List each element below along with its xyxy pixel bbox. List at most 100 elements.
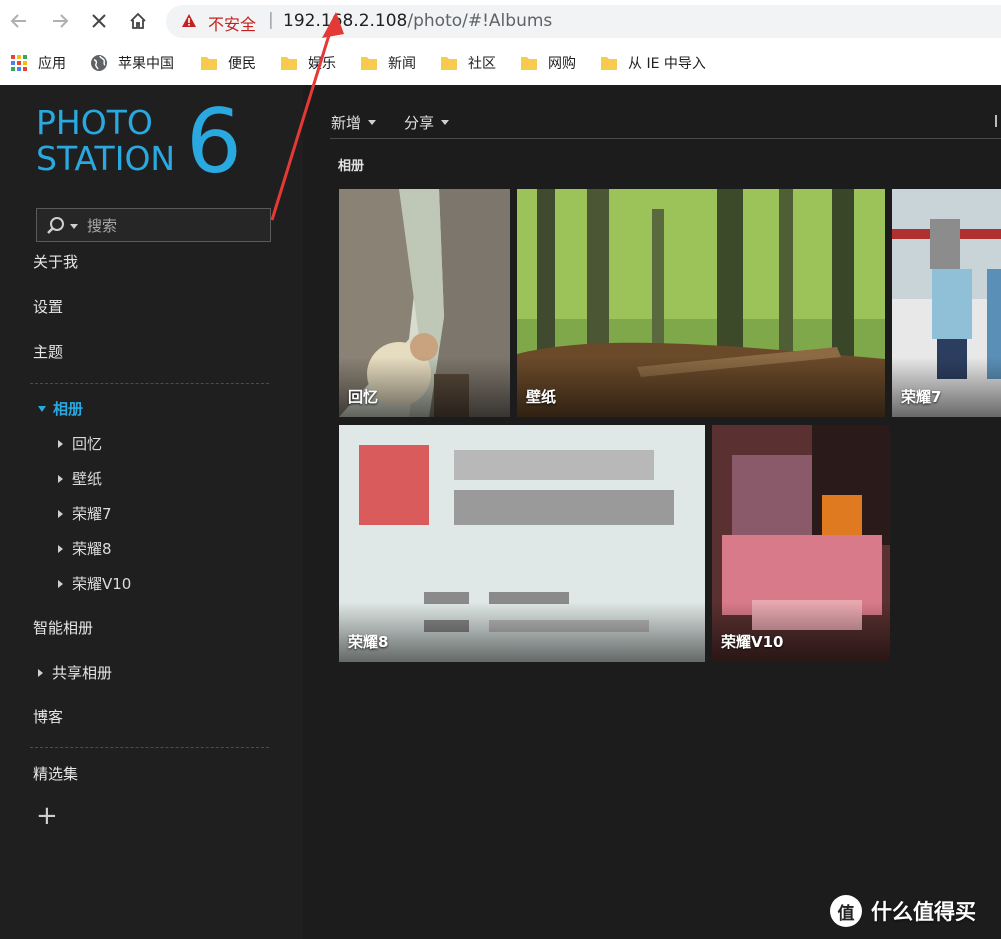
- back-button[interactable]: [6, 8, 32, 34]
- security-status[interactable]: 不安全: [208, 11, 256, 35]
- nav-label: 关于我: [33, 253, 79, 271]
- toolbar-divider: [330, 138, 1001, 139]
- bookmark-apps[interactable]: 应用: [10, 52, 66, 74]
- new-menu-button[interactable]: 新增: [331, 112, 377, 133]
- bookmark-label: 新闻: [388, 56, 416, 72]
- bookmark-apple-china[interactable]: 苹果中国: [90, 52, 174, 74]
- bookmark-label: 网购: [548, 56, 576, 72]
- toolbar: 新增 分享: [331, 109, 477, 135]
- warning-icon: [182, 14, 196, 27]
- watermark: 值 什么值得买: [830, 895, 976, 927]
- sidebar: PHOTO STATION 6 关于我 设置 主题 相册 回忆 壁纸 荣耀7 荣…: [0, 85, 303, 939]
- album-caption: 壁纸: [526, 388, 557, 406]
- search-input[interactable]: [87, 215, 262, 237]
- nav-label: 回忆: [72, 435, 103, 453]
- nav-label: 相册: [53, 400, 84, 418]
- bookmark-label: 娱乐: [308, 56, 336, 72]
- album-tile-rongyao8[interactable]: 荣耀8: [339, 425, 705, 662]
- button-label: 分享: [404, 113, 435, 132]
- bookmark-label: 从 IE 中导入: [628, 56, 706, 72]
- nav-label: 智能相册: [33, 619, 94, 637]
- expanded-caret-icon: [38, 405, 46, 412]
- nav-album-rongyao7[interactable]: 荣耀7: [58, 503, 112, 524]
- nav-albums[interactable]: 相册: [38, 398, 83, 419]
- watermark-text: 什么值得买: [871, 900, 976, 924]
- album-caption: 荣耀7: [901, 388, 942, 406]
- nav-label: 设置: [33, 298, 64, 316]
- button-label: 新增: [331, 113, 362, 132]
- caption-shade: [517, 357, 885, 417]
- nav-about-me[interactable]: 关于我: [33, 251, 78, 272]
- folder-icon: [200, 55, 218, 71]
- browser-chrome: 不安全 | 192.168.2.108/photo/#!Albums 应用 苹果…: [0, 0, 1001, 85]
- nav-smart-albums[interactable]: 智能相册: [33, 617, 93, 638]
- address-bar[interactable]: 不安全 | 192.168.2.108/photo/#!Albums: [166, 5, 1001, 38]
- search-box[interactable]: [36, 208, 271, 242]
- folder-icon: [600, 55, 618, 71]
- caption-shade: [339, 602, 705, 662]
- bookmark-folder-shequ[interactable]: 社区: [440, 52, 496, 74]
- nav-featured[interactable]: 精选集: [33, 763, 78, 784]
- nav-blog[interactable]: 博客: [33, 706, 63, 727]
- stop-loading-button[interactable]: [86, 8, 112, 34]
- arrow-right-icon: [53, 14, 69, 28]
- search-scope-caret-icon[interactable]: [70, 224, 78, 229]
- album-tile-rongyaov10[interactable]: 荣耀V10: [712, 425, 890, 662]
- globe-icon: [90, 54, 108, 72]
- forward-button[interactable]: [47, 8, 73, 34]
- nav-label: 主题: [33, 343, 64, 361]
- folder-icon: [360, 55, 378, 71]
- photo-station-logo[interactable]: PHOTO STATION 6: [36, 97, 256, 187]
- close-icon: [92, 14, 106, 28]
- nav-settings[interactable]: 设置: [33, 296, 63, 317]
- photo-station-app: PHOTO STATION 6 关于我 设置 主题 相册 回忆 壁纸 荣耀7 荣…: [0, 85, 1001, 939]
- nav-label: 共享相册: [52, 664, 113, 682]
- folder-icon: [280, 55, 298, 71]
- home-icon: [130, 12, 146, 29]
- bookmark-folder-yule[interactable]: 娱乐: [280, 52, 336, 74]
- album-tile-bizhi[interactable]: 壁纸: [517, 189, 885, 417]
- nav-theme[interactable]: 主题: [33, 341, 63, 362]
- bookmark-label: 苹果中国: [118, 56, 174, 72]
- album-tile-rongyao7[interactable]: 荣耀7: [892, 189, 1001, 417]
- arrow-left-icon: [10, 14, 26, 28]
- collapsed-caret-icon: [58, 509, 63, 518]
- bookmark-folder-bianmin[interactable]: 便民: [200, 52, 256, 74]
- share-menu-button[interactable]: 分享: [404, 112, 450, 133]
- bookmark-label: 应用: [38, 56, 66, 72]
- sidebar-divider: [30, 383, 269, 384]
- nav-album-rongyaov10[interactable]: 荣耀V10: [58, 573, 131, 594]
- watermark-logo-glyph: 值: [837, 903, 855, 924]
- bookmark-label: 社区: [468, 56, 496, 72]
- bookmark-folder-xinwen[interactable]: 新闻: [360, 52, 416, 74]
- nav-album-bizhi[interactable]: 壁纸: [58, 468, 102, 489]
- nav-album-rongyao8[interactable]: 荣耀8: [58, 538, 112, 559]
- bookmark-label: 便民: [228, 56, 256, 72]
- bookmark-folder-import-ie[interactable]: 从 IE 中导入: [600, 52, 706, 74]
- url-host: 192.168.2.108: [283, 11, 408, 31]
- sidebar-divider: [30, 747, 269, 748]
- toolbar-overflow-edge: [995, 115, 1001, 127]
- home-button[interactable]: [125, 8, 151, 34]
- collapsed-caret-icon: [58, 579, 63, 588]
- album-tile-huiyi[interactable]: 回忆: [339, 189, 510, 417]
- logo-wordmark: PHOTO STATION: [36, 105, 175, 177]
- bookmarks-bar: 应用 苹果中国 便民 娱乐 新闻 社区 网购 从 IE 中导入: [0, 48, 1001, 78]
- nav-label: 博客: [33, 708, 64, 726]
- add-collection-button[interactable]: +: [36, 803, 58, 829]
- url-text[interactable]: 192.168.2.108/photo/#!Albums: [283, 11, 552, 31]
- bookmark-folder-wanggou[interactable]: 网购: [520, 52, 576, 74]
- search-icon: [47, 217, 64, 234]
- main-content: 新增 分享 相册 回忆 壁纸 荣耀7 荣耀8 荣耀V10: [303, 85, 1001, 939]
- collapsed-caret-icon: [38, 668, 43, 677]
- nav-album-huiyi[interactable]: 回忆: [58, 433, 102, 454]
- nav-label: 精选集: [33, 765, 79, 783]
- album-caption: 荣耀8: [348, 633, 389, 651]
- section-title: 相册: [338, 159, 365, 174]
- folder-icon: [520, 55, 538, 71]
- album-caption: 荣耀V10: [721, 633, 784, 651]
- nav-label: 荣耀V10: [72, 575, 132, 593]
- nav-shared-albums[interactable]: 共享相册: [38, 662, 112, 683]
- folder-icon: [440, 55, 458, 71]
- nav-label: 荣耀8: [72, 540, 112, 558]
